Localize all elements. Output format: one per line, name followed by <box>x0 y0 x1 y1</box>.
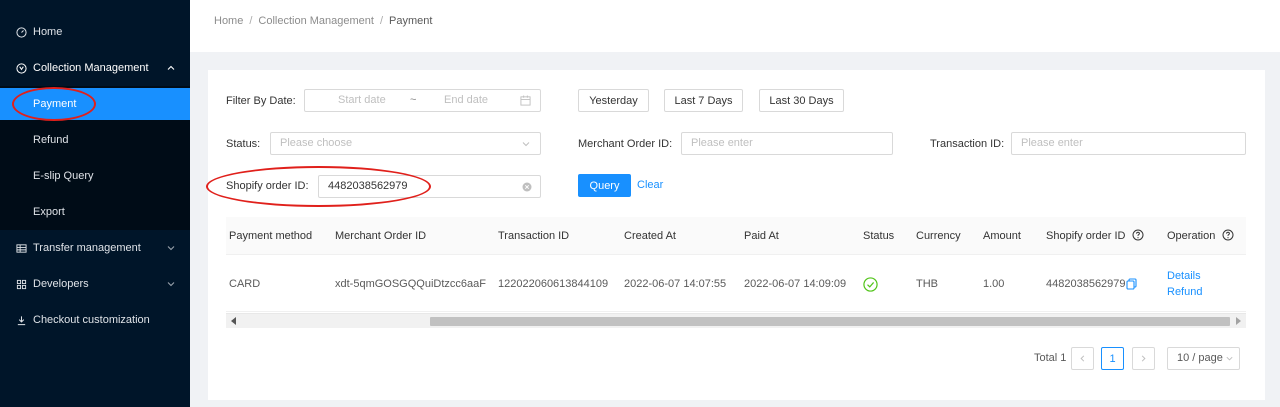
merchant-order-id-input[interactable]: Please enter <box>681 132 893 155</box>
status-label: Status: <box>226 138 261 150</box>
breadcrumb-separator: / <box>379 15 384 27</box>
sidebar-item-developers[interactable]: Developers <box>0 268 190 300</box>
page-size-select[interactable]: 10 / page <box>1167 347 1240 370</box>
column-header: Operation <box>1167 230 1216 242</box>
help-icon[interactable] <box>1222 229 1234 241</box>
sidebar-item-export[interactable]: Export <box>0 196 190 228</box>
chevron-down-icon <box>167 282 175 287</box>
refund-link[interactable]: Refund <box>1167 286 1202 298</box>
sidebar-item-label: Developers <box>33 278 89 290</box>
transaction-id-placeholder: Please enter <box>1021 137 1083 149</box>
currency-cell: THB <box>916 278 938 290</box>
date-range-separator: ~ <box>410 94 417 106</box>
date-filter-label: Filter By Date: <box>226 95 296 107</box>
sidebar: Home Collection Management Payment Refun… <box>0 0 190 407</box>
prev-page-button[interactable] <box>1071 347 1094 370</box>
start-date-input[interactable]: Start date <box>338 90 386 111</box>
paid-at-cell: 2022-06-07 14:09:09 <box>744 278 847 290</box>
sidebar-item-label: Export <box>33 206 65 218</box>
sidebar-item-collection-management[interactable]: Collection Management <box>0 52 190 84</box>
shopify-order-id-label: Shopify order ID: <box>226 180 309 192</box>
created-at-cell: 2022-06-07 14:07:55 <box>624 278 727 290</box>
chevron-up-icon <box>167 65 175 70</box>
breadcrumb-current: Payment <box>389 15 433 27</box>
amount-cell: 1.00 <box>983 278 1005 290</box>
transaction-id-cell: 122022060613844109 <box>498 278 609 290</box>
chevron-down-icon <box>1226 356 1233 361</box>
merchant-order-id-cell: xdt-5qmGOSGQQuiDtzcc6aaF <box>335 278 486 290</box>
column-header: Transaction ID <box>498 230 570 242</box>
page-header: Home / Collection Management / Payment <box>190 0 1280 52</box>
dashboard-icon <box>15 26 27 38</box>
breadcrumb-home[interactable]: Home <box>214 15 243 27</box>
column-header: Merchant Order ID <box>335 230 427 242</box>
sidebar-item-label: Refund <box>33 134 69 146</box>
collection-icon <box>15 62 27 74</box>
sidebar-item-label: Home <box>33 26 63 38</box>
column-header: Currency <box>916 230 961 242</box>
column-header: Status <box>863 230 895 242</box>
sidebar-item-label: E-slip Query <box>33 170 94 182</box>
clear-input-icon[interactable] <box>522 182 532 192</box>
column-header: Shopify order ID <box>1046 230 1126 242</box>
customize-icon <box>15 314 27 326</box>
horizontal-scrollbar[interactable] <box>226 313 1246 328</box>
column-header: Created At <box>624 230 676 242</box>
breadcrumb: Home / Collection Management / Payment <box>214 15 432 27</box>
sidebar-item-eslip-query[interactable]: E-slip Query <box>0 160 190 192</box>
shopify-order-id-input[interactable]: 4482038562979 <box>318 175 541 198</box>
next-page-button[interactable] <box>1132 347 1155 370</box>
transaction-id-label: Transaction ID: <box>930 138 1005 150</box>
end-date-input[interactable]: End date <box>444 90 488 111</box>
table-icon <box>15 242 27 254</box>
copy-icon[interactable] <box>1126 278 1137 290</box>
sidebar-item-home[interactable]: Home <box>0 16 190 48</box>
help-icon[interactable] <box>1132 229 1144 241</box>
breadcrumb-separator: / <box>249 15 253 27</box>
table-row: CARD xdt-5qmGOSGQQuiDtzcc6aaF 1220220606… <box>226 256 1246 312</box>
merchant-order-id-placeholder: Please enter <box>691 137 753 149</box>
status-select[interactable]: Please choose <box>270 132 541 155</box>
query-button[interactable]: Query <box>578 174 631 197</box>
page-size-value: 10 / page <box>1177 352 1223 364</box>
chevron-down-icon <box>522 142 530 147</box>
grid-icon <box>15 278 27 290</box>
chevron-right-icon <box>1141 355 1146 362</box>
sidebar-item-label: Collection Management <box>33 62 149 74</box>
scroll-left-arrow-icon[interactable] <box>231 317 236 325</box>
breadcrumb-section[interactable]: Collection Management <box>258 15 374 27</box>
table-header: Payment method Merchant Order ID Transac… <box>226 217 1246 255</box>
scrollbar-thumb[interactable] <box>430 317 1230 326</box>
payment-method-cell: CARD <box>229 278 261 290</box>
pagination-total: Total 1 <box>1034 352 1067 364</box>
sidebar-item-payment[interactable]: Payment <box>0 88 190 120</box>
merchant-order-id-label: Merchant Order ID: <box>578 138 673 150</box>
column-header: Amount <box>983 230 1021 242</box>
calendar-icon <box>520 95 531 106</box>
page-button-current[interactable]: 1 <box>1101 347 1124 370</box>
shopify-order-id-cell: 4482038562979 <box>1046 278 1126 290</box>
details-link[interactable]: Details <box>1167 270 1201 282</box>
last-7-days-button[interactable]: Last 7 Days <box>664 89 743 112</box>
column-header: Payment method <box>229 230 313 242</box>
check-circle-icon <box>863 277 878 292</box>
shopify-order-id-value: 4482038562979 <box>328 180 408 192</box>
sidebar-item-label: Checkout customization <box>33 314 150 326</box>
last-30-days-button[interactable]: Last 30 Days <box>759 89 844 112</box>
sidebar-item-checkout-customization[interactable]: Checkout customization <box>0 304 190 336</box>
sidebar-item-refund[interactable]: Refund <box>0 124 190 156</box>
sidebar-item-label: Transfer management <box>33 242 141 254</box>
sidebar-item-label: Payment <box>33 98 77 110</box>
status-select-placeholder: Please choose <box>280 137 353 149</box>
clear-button[interactable]: Clear <box>637 179 663 191</box>
chevron-down-icon <box>167 246 175 251</box>
sidebar-item-transfer-management[interactable]: Transfer management <box>0 232 190 264</box>
scroll-right-arrow-icon[interactable] <box>1236 317 1241 325</box>
date-range-picker[interactable]: Start date ~ End date <box>304 89 541 112</box>
column-header: Paid At <box>744 230 779 242</box>
chevron-left-icon <box>1080 355 1085 362</box>
transaction-id-input[interactable]: Please enter <box>1011 132 1246 155</box>
yesterday-button[interactable]: Yesterday <box>578 89 649 112</box>
